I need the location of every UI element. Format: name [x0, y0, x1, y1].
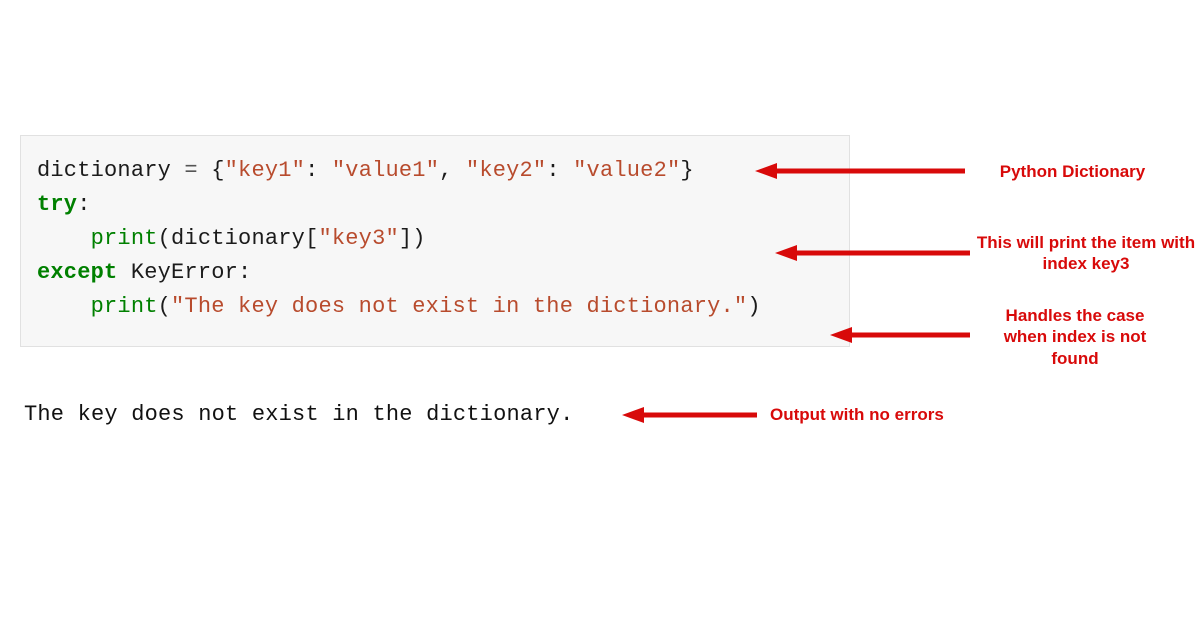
annotation-output: Output with no errors	[770, 404, 980, 425]
code-line-4: except KeyError:	[37, 256, 833, 290]
arrow-icon	[755, 156, 975, 186]
arrow-icon	[622, 400, 762, 430]
token-open-paren: (	[158, 226, 171, 251]
token-key3: "key3"	[318, 226, 398, 251]
token-key2: "key2"	[466, 158, 546, 183]
token-space	[117, 260, 130, 285]
code-line-3: print(dictionary["key3"])	[37, 222, 833, 256]
code-block: dictionary = {"key1": "value1", "key2": …	[20, 135, 850, 347]
token-msg: "The key does not exist in the dictionar…	[171, 294, 747, 319]
token-print2: print	[91, 294, 158, 319]
token-try: try	[37, 192, 77, 217]
annotation-try: This will print the item with index key3	[976, 232, 1196, 275]
token-colon: :	[77, 192, 90, 217]
code-line-2: try:	[37, 188, 833, 222]
token-val1: "value1"	[332, 158, 439, 183]
annotation-dict: Python Dictionary	[985, 161, 1160, 182]
token-open-paren2: (	[158, 294, 171, 319]
token-comma: ,	[439, 158, 466, 183]
token-colon2: :	[546, 158, 573, 183]
token-close-brace: }	[680, 158, 693, 183]
token-indent2	[37, 294, 91, 319]
token-key1: "key1"	[225, 158, 305, 183]
arrow-icon	[830, 320, 975, 350]
token-dict: dictionary	[171, 226, 305, 251]
token-close-paren: )	[412, 226, 425, 251]
token-close-paren2: )	[747, 294, 760, 319]
arrow-icon	[775, 238, 975, 268]
code-line-5: print("The key does not exist in the dic…	[37, 290, 833, 324]
token-print: print	[91, 226, 158, 251]
token-indent	[37, 226, 91, 251]
annotation-except: Handles the case when index is not found	[985, 305, 1165, 369]
token-var: dictionary	[37, 158, 171, 183]
code-line-1: dictionary = {"key1": "value1", "key2": …	[37, 154, 833, 188]
token-eq: =	[171, 158, 211, 183]
token-colon2: :	[238, 260, 251, 285]
token-close-bracket: ]	[399, 226, 412, 251]
token-open-bracket: [	[305, 226, 318, 251]
token-except: except	[37, 260, 117, 285]
output-text: The key does not exist in the dictionary…	[24, 402, 574, 427]
token-val2: "value2"	[573, 158, 680, 183]
token-keyerror: KeyError	[131, 260, 238, 285]
token-colon1: :	[305, 158, 332, 183]
token-open-brace: {	[211, 158, 224, 183]
